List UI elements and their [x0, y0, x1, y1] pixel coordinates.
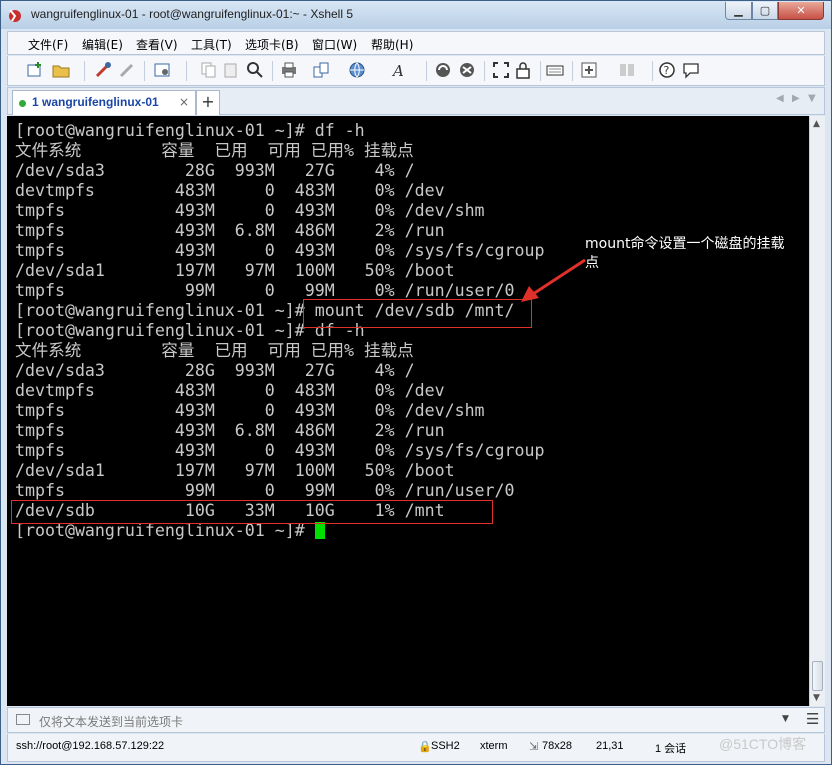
- xshell-logo-icon: [9, 9, 21, 22]
- terminal-scrollbar[interactable]: ▲ ▼: [809, 116, 825, 706]
- scroll-thumb[interactable]: [812, 661, 823, 691]
- send-input[interactable]: 仅将文本发送到当前选项卡: [39, 713, 183, 730]
- maximize-button[interactable]: ▢: [752, 2, 778, 20]
- transfer-icon[interactable]: [312, 61, 330, 79]
- menu-file[interactable]: 文件(F): [28, 36, 68, 53]
- close-button[interactable]: ✕: [778, 2, 824, 20]
- xftp-icon[interactable]: [434, 61, 452, 79]
- help-icon[interactable]: ?: [658, 61, 676, 79]
- disconnect-icon[interactable]: [118, 61, 136, 79]
- send-text-icon: [16, 714, 30, 725]
- send-bar[interactable]: 仅将文本发送到当前选项卡 ▼ ☰: [7, 707, 825, 733]
- terminal-line: tmpfs 99M 0 99M 0% /run/user/0: [15, 481, 515, 500]
- terminal-cursor: [314, 522, 325, 539]
- menu-view[interactable]: 查看(V): [136, 36, 178, 53]
- terminal-line: /dev/sda1 197M 97M 100M 50% /boot: [15, 461, 455, 480]
- terminal-line: tmpfs 493M 0 493M 0% /dev/shm: [15, 401, 485, 420]
- xshell-window: wangruifenglinux-01 - root@wangruifengli…: [0, 0, 832, 765]
- compose-icon[interactable]: [580, 61, 598, 79]
- terminal-line: /dev/sda3 28G 993M 27G 4% /: [15, 161, 415, 180]
- terminal-line: [root@wangruifenglinux-01 ~]# df -h: [15, 121, 365, 140]
- copy-icon[interactable]: [200, 61, 218, 79]
- terminal-line: devtmpfs 483M 0 483M 0% /dev: [15, 181, 445, 200]
- menu-edit[interactable]: 编辑(E): [82, 36, 123, 53]
- new-session-icon[interactable]: [26, 61, 44, 79]
- menu-help[interactable]: 帮助(H): [371, 36, 413, 53]
- menu-tabs[interactable]: 选项卡(B): [245, 36, 299, 53]
- xmanager-icon[interactable]: [458, 61, 476, 79]
- status-dot-icon: [19, 100, 26, 107]
- size-icon: ⇲: [529, 741, 539, 753]
- svg-text:A: A: [391, 62, 404, 79]
- tab-session[interactable]: 1 wangruifenglinux-01 ×: [12, 90, 196, 115]
- terminal-line: tmpfs 493M 6.8M 486M 2% /run: [15, 221, 445, 240]
- tab-label: 1 wangruifenglinux-01: [32, 95, 159, 109]
- tab-next-icon[interactable]: ▶: [792, 93, 800, 104]
- print-icon[interactable]: [280, 61, 298, 79]
- sdb-row-highlight: [11, 500, 493, 524]
- scroll-down-icon[interactable]: ▼: [813, 693, 820, 703]
- terminal-line: /dev/sda3 28G 993M 27G 4% /: [15, 361, 415, 380]
- status-position: 21,31: [596, 740, 624, 752]
- annotation-text: mount命令设置一个磁盘的挂载点: [585, 236, 785, 271]
- lock-icon[interactable]: [514, 61, 532, 79]
- terminal-line: tmpfs 493M 0 493M 0% /sys/fs/cgroup: [15, 441, 545, 460]
- terminal-output: [root@wangruifenglinux-01 ~]# df -h 文件系统…: [15, 121, 545, 541]
- menu-bar: 文件(F) 编辑(E) 查看(V) 工具(T) 选项卡(B) 窗口(W) 帮助(…: [7, 31, 825, 55]
- terminal-line: 文件系统 容量 已用 可用 已用% 挂载点: [15, 141, 414, 160]
- minimize-button[interactable]: ▁: [725, 2, 752, 20]
- tab-prev-icon[interactable]: ◀: [776, 93, 784, 104]
- open-folder-icon[interactable]: [52, 61, 70, 79]
- chat-icon[interactable]: [682, 61, 700, 79]
- keyboard-icon[interactable]: [546, 61, 564, 79]
- send-menu-icon[interactable]: ☰: [806, 710, 819, 728]
- tab-menu-icon[interactable]: ▼: [808, 93, 816, 104]
- tab-bar: 1 wangruifenglinux-01 × + ◀ ▶ ▼: [7, 87, 825, 115]
- tab-close-icon[interactable]: ×: [179, 95, 189, 109]
- properties-icon[interactable]: [154, 61, 172, 79]
- lock-icon: 🔒: [418, 741, 432, 753]
- mount-command-highlight: [303, 299, 532, 328]
- status-term-type: xterm: [480, 740, 508, 752]
- new-tab-button[interactable]: +: [196, 90, 220, 115]
- status-sessions: 1 会话: [655, 743, 687, 755]
- terminal-line: tmpfs 493M 0 493M 0% /sys/fs/cgroup: [15, 241, 545, 260]
- find-icon[interactable]: [246, 61, 264, 79]
- terminal-line: 文件系统 容量 已用 可用 已用% 挂载点: [15, 341, 414, 360]
- terminal-line: tmpfs 99M 0 99M 0% /run/user/0: [15, 281, 515, 300]
- status-connection: ssh://root@192.168.57.129:22: [16, 740, 165, 752]
- status-protocol: SSH2: [431, 740, 460, 752]
- send-dropdown-icon[interactable]: ▼: [782, 714, 789, 724]
- window-title: wangruifenglinux-01 - root@wangruifengli…: [31, 7, 354, 21]
- scroll-up-icon[interactable]: ▲: [813, 119, 820, 129]
- title-bar[interactable]: wangruifenglinux-01 - root@wangruifengli…: [1, 1, 831, 29]
- font-icon[interactable]: A: [390, 61, 408, 79]
- terminal-line: tmpfs 493M 6.8M 486M 2% /run: [15, 421, 445, 440]
- watermark: @51CTO博客: [719, 736, 807, 752]
- layout-icon[interactable]: [618, 61, 636, 79]
- terminal-line: /dev/sda1 197M 97M 100M 50% /boot: [15, 261, 455, 280]
- globe-icon[interactable]: [348, 61, 366, 79]
- toolbar: A ?: [7, 56, 825, 86]
- menu-tools[interactable]: 工具(T): [191, 36, 232, 53]
- fullscreen-icon[interactable]: [492, 61, 510, 79]
- status-bar: ssh://root@192.168.57.129:22 🔒 SSH2 xter…: [7, 734, 825, 762]
- reconnect-icon[interactable]: [94, 61, 112, 79]
- menu-window[interactable]: 窗口(W): [312, 36, 357, 53]
- terminal-line: devtmpfs 483M 0 483M 0% /dev: [15, 381, 445, 400]
- paste-icon[interactable]: [222, 61, 240, 79]
- terminal[interactable]: [root@wangruifenglinux-01 ~]# df -h 文件系统…: [7, 116, 809, 706]
- svg-text:?: ?: [664, 64, 670, 77]
- terminal-line: tmpfs 493M 0 493M 0% /dev/shm: [15, 201, 485, 220]
- status-size: 78x28: [542, 740, 572, 752]
